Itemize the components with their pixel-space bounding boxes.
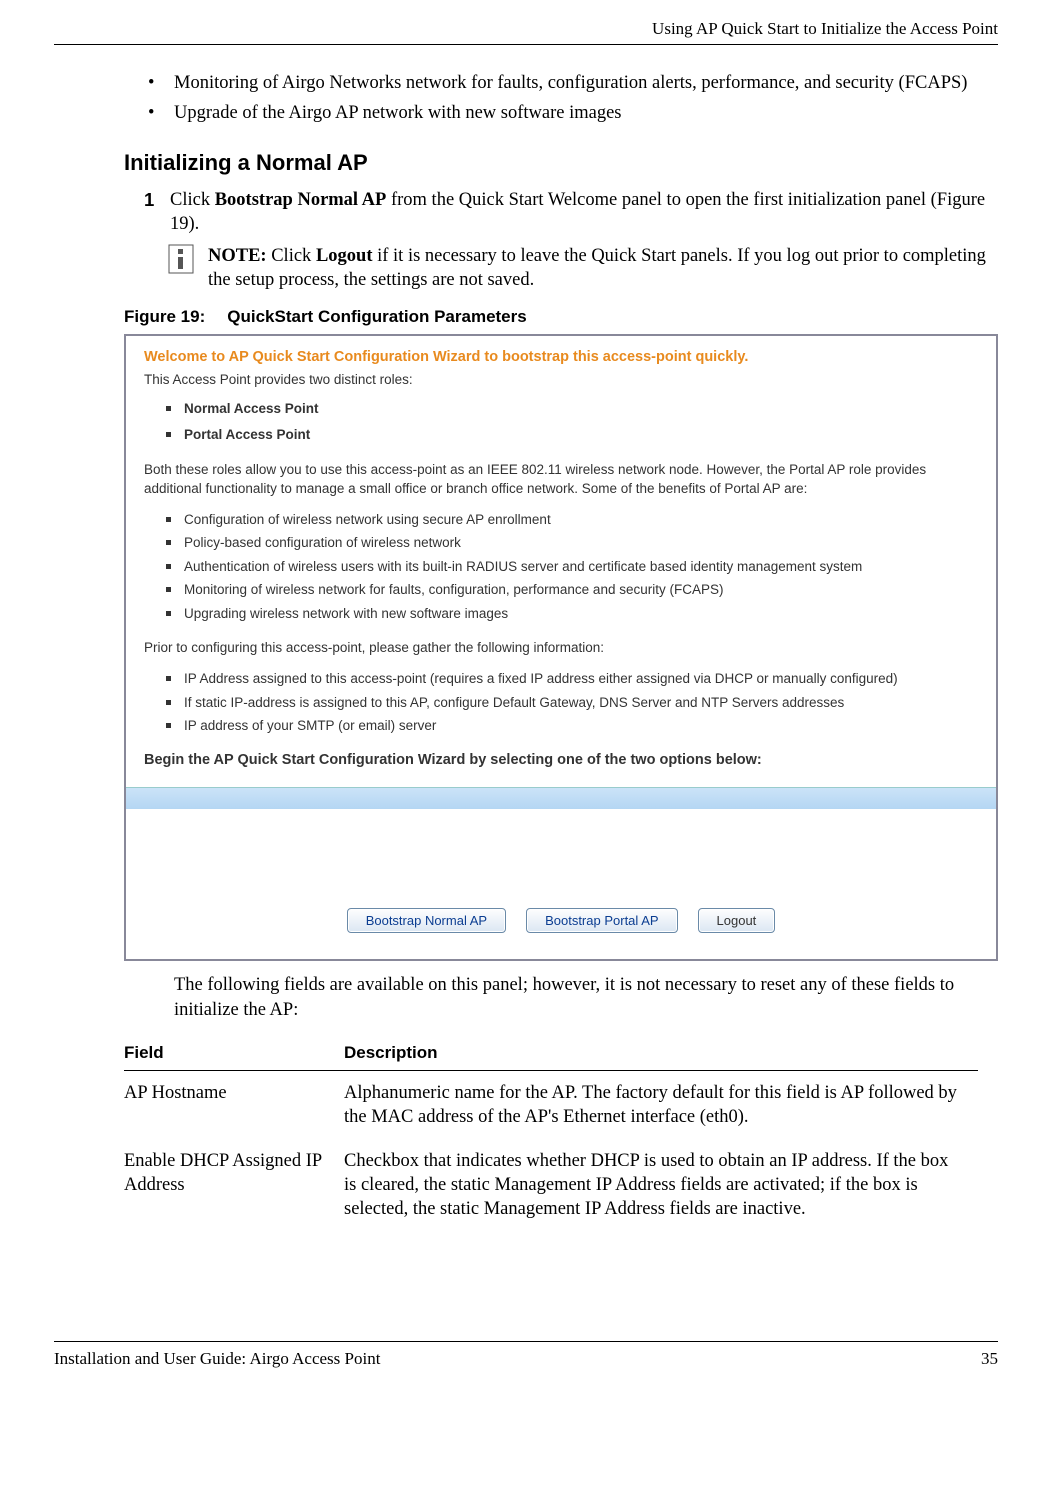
begin-instruction: Begin the AP Quick Start Configuration W… [144,751,978,770]
text: Click [170,190,215,210]
note-text: NOTE: Click Logout if it is necessary to… [208,244,998,292]
note-box: NOTE: Click Logout if it is necessary to… [168,244,998,292]
paragraph: Both these roles allow you to use this a… [144,460,978,499]
screenshot-panel: Welcome to AP Quick Start Configuration … [124,334,998,961]
list-item: Upgrading wireless network with new soft… [166,605,978,623]
table-row: AP Hostname Alphanumeric name for the AP… [124,1070,978,1139]
cell-field: Enable DHCP Assigned IP Address [124,1139,344,1231]
bootstrap-normal-ap-button[interactable]: Bootstrap Normal AP [347,908,506,933]
page-number: 35 [981,1348,998,1370]
note-label: NOTE: [208,246,267,266]
bold: Bootstrap Normal AP [215,190,387,210]
list-item: Portal Access Point [166,426,978,444]
logout-button[interactable]: Logout [698,908,776,933]
section-heading: Initializing a Normal AP [124,149,998,178]
gather-list: IP Address assigned to this access-point… [166,670,978,735]
wizard-lead: This Access Point provides two distinct … [144,371,978,389]
cell-description: Alphanumeric name for the AP. The factor… [344,1070,978,1139]
wizard-title: Welcome to AP Quick Start Configuration … [144,348,978,367]
bootstrap-portal-ap-button[interactable]: Bootstrap Portal AP [526,908,677,933]
step-number: 1 [144,188,170,236]
paragraph: Prior to configuring this access-point, … [144,638,978,658]
text: Click [267,246,316,266]
footer-title: Installation and User Guide: Airgo Acces… [54,1348,380,1370]
table-header-description: Description [344,1036,978,1071]
cell-description: Checkbox that indicates whether DHCP is … [344,1139,978,1231]
table-row: Enable DHCP Assigned IP Address Checkbox… [124,1139,978,1231]
list-item: Monitoring of wireless network for fault… [166,581,978,599]
list-item: Normal Access Point [166,400,978,418]
list-item: If static IP-address is assigned to this… [166,694,978,712]
info-icon [168,244,194,274]
fields-table: Field Description AP Hostname Alphanumer… [124,1036,978,1231]
after-figure-text: The following fields are available on th… [174,973,998,1021]
figure-number: Figure 19: [124,306,205,328]
list-item: Policy-based configuration of wireless n… [166,534,978,552]
list-item: Configuration of wireless network using … [166,511,978,529]
list-item: Authentication of wireless users with it… [166,558,978,576]
intro-bullets: Monitoring of Airgo Networks network for… [144,71,998,125]
bullet: Monitoring of Airgo Networks network for… [144,71,998,95]
running-header: Using AP Quick Start to Initialize the A… [54,18,998,40]
benefits-list: Configuration of wireless network using … [166,511,978,623]
page-footer: Installation and User Guide: Airgo Acces… [54,1341,998,1370]
step-1: 1 Click Bootstrap Normal AP from the Qui… [144,188,998,236]
toolbar-strip [126,787,996,809]
figure-title: QuickStart Configuration Parameters [227,307,526,326]
bullet: Upgrade of the Airgo AP network with new… [144,101,998,125]
list-item: IP Address assigned to this access-point… [166,670,978,688]
cell-field: AP Hostname [124,1070,344,1139]
table-header-field: Field [124,1036,344,1071]
figure-caption: Figure 19: QuickStart Configuration Param… [124,306,998,328]
list-item: IP address of your SMTP (or email) serve… [166,717,978,735]
button-bar: Bootstrap Normal AP Bootstrap Portal AP … [126,809,996,959]
bold: Logout [316,246,373,266]
header-rule [54,44,998,45]
roles-list: Normal Access Point Portal Access Point [166,400,978,443]
step-text: Click Bootstrap Normal AP from the Quick… [170,188,998,236]
